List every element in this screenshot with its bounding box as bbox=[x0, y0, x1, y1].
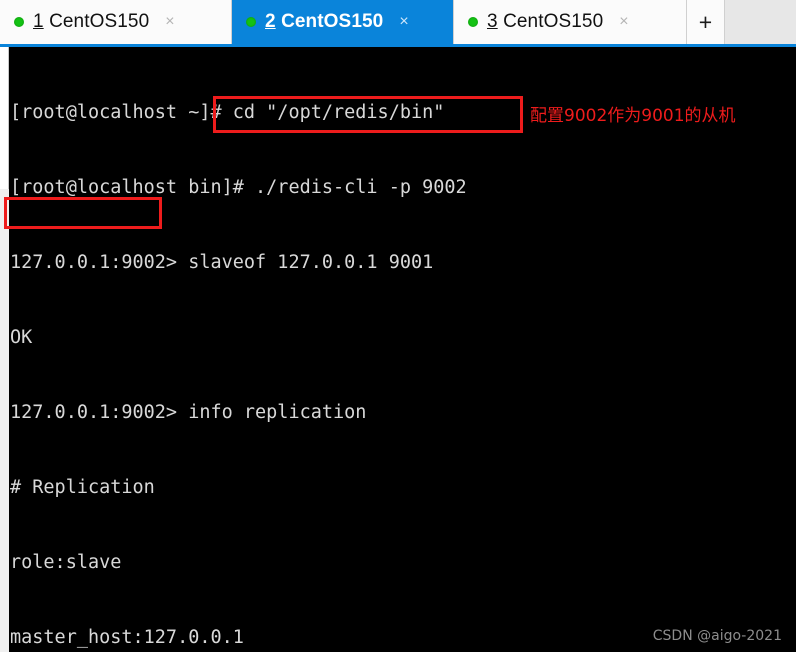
tab-bar-filler bbox=[725, 0, 796, 44]
terminal-line: # Replication bbox=[10, 477, 155, 498]
terminal-line: OK bbox=[10, 327, 33, 348]
tab-status-dot-icon bbox=[246, 17, 256, 27]
terminal-line: role:slave bbox=[10, 552, 122, 573]
annotation-note-text: 配置9002作为9001的从机 bbox=[530, 106, 736, 126]
terminal-output-panel[interactable]: [root@localhost ~]# cd "/opt/redis/bin" … bbox=[0, 47, 796, 652]
tab-label-1: 1 CentOS150 bbox=[33, 11, 149, 33]
tab-label-2: 2 CentOS150 bbox=[265, 11, 383, 33]
watermark-label: CSDN @aigo-2021 bbox=[652, 628, 782, 644]
tab-close-icon-3[interactable]: × bbox=[619, 14, 628, 30]
tab-name-3: CentOS150 bbox=[503, 11, 604, 32]
tab-index-3: 3 bbox=[487, 11, 498, 32]
tab-centos150-1[interactable]: 1 CentOS150 × bbox=[0, 0, 232, 44]
terminal-screen: [root@localhost ~]# cd "/opt/redis/bin" … bbox=[10, 50, 796, 652]
terminal-scrollbar-thumb[interactable] bbox=[0, 47, 9, 189]
tab-close-icon-1[interactable]: × bbox=[165, 14, 174, 30]
tab-status-dot-icon bbox=[468, 17, 478, 27]
new-tab-button[interactable]: + bbox=[687, 0, 725, 44]
tab-centos150-2[interactable]: 2 CentOS150 × bbox=[232, 0, 454, 44]
tab-close-icon-2[interactable]: × bbox=[399, 14, 408, 30]
tab-name-2: CentOS150 bbox=[281, 11, 384, 32]
tab-index-2: 2 bbox=[265, 11, 276, 32]
terminal-line: 127.0.0.1:9002> slaveof 127.0.0.1 9001 bbox=[10, 252, 434, 273]
tab-label-3: 3 CentOS150 bbox=[487, 11, 603, 33]
tab-index-1: 1 bbox=[33, 11, 44, 32]
terminal-tab-bar: 1 CentOS150 × 2 CentOS150 × 3 CentOS150 … bbox=[0, 0, 796, 44]
tab-status-dot-icon bbox=[14, 17, 24, 27]
tab-centos150-3[interactable]: 3 CentOS150 × bbox=[454, 0, 687, 44]
tab-name-1: CentOS150 bbox=[49, 11, 150, 32]
terminal-scrollbar[interactable] bbox=[0, 47, 9, 652]
terminal-line: [root@localhost bin]# ./redis-cli -p 900… bbox=[10, 177, 467, 198]
terminal-line: 127.0.0.1:9002> info replication bbox=[10, 402, 367, 423]
